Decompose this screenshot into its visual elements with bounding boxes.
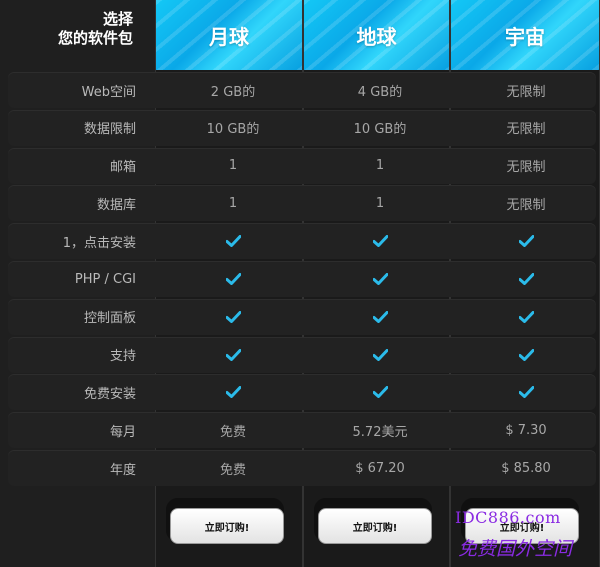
- table-cell: 免费: [219, 424, 246, 440]
- check-icon: [453, 337, 599, 373]
- row-label: 邮箱: [109, 160, 136, 176]
- table-cell: 1: [375, 158, 385, 174]
- check-icon: [307, 261, 453, 297]
- check-icon: [453, 374, 599, 410]
- table-cell: 10 GB的: [206, 122, 260, 138]
- table-row: 数据库 1 1 无限制: [8, 185, 596, 222]
- plan-title-moon: 月球: [209, 24, 249, 49]
- table-cell: 无限制: [506, 84, 546, 100]
- corner-title-line1: 选择: [102, 10, 133, 28]
- table-cell: 10 GB的: [353, 122, 407, 138]
- check-icon: [160, 374, 306, 410]
- table-cell: 无限制: [506, 160, 546, 176]
- plan-header-moon: 月球: [156, 0, 302, 70]
- order-button-earth[interactable]: 立即订购!: [318, 508, 432, 544]
- table-cell: 免费: [219, 462, 246, 478]
- row-label: 年度: [109, 462, 136, 478]
- row-label: 每月: [109, 424, 136, 440]
- check-icon: [160, 337, 306, 373]
- row-label: 1，点击安装: [62, 235, 136, 251]
- table-cell: $ 67.20: [355, 460, 405, 476]
- corner-title: 选择 您的软件包: [0, 0, 155, 70]
- row-label: 数据限制: [83, 122, 136, 138]
- table-row: 年度 免费 $ 67.20 $ 85.80: [8, 450, 596, 486]
- table-row: PHP / CGI: [8, 261, 596, 297]
- table-row: 数据限制 10 GB的 10 GB的 无限制: [8, 109, 596, 146]
- row-label: 支持: [109, 349, 136, 365]
- plan-title-earth: 地球: [356, 24, 397, 49]
- check-icon: [307, 299, 453, 335]
- table-cell: 无限制: [506, 197, 546, 213]
- table-cell: 5.72美元: [352, 424, 408, 440]
- check-icon: [160, 299, 306, 335]
- plan-header-earth: 地球: [304, 0, 449, 70]
- order-button-label: 立即订购!: [352, 522, 398, 534]
- table-cell: $ 7.30: [505, 422, 547, 438]
- plan-title-universe: 宇宙: [505, 24, 545, 49]
- table-row: 邮箱 1 1 无限制: [8, 147, 596, 184]
- table-cell: 1: [228, 195, 238, 211]
- table-row: 支持: [8, 336, 599, 373]
- table-cell: 1: [228, 158, 238, 174]
- check-icon: [453, 299, 599, 335]
- check-icon: [160, 261, 306, 297]
- check-icon: [307, 223, 453, 259]
- check-icon: [307, 337, 453, 373]
- row-label: 控制面板: [83, 311, 136, 327]
- table-cell: 1: [375, 195, 385, 211]
- order-button-moon[interactable]: 立即订购!: [170, 508, 284, 544]
- check-icon: [453, 223, 599, 259]
- table-cell: 4 GB的: [357, 84, 403, 100]
- table-row: 免费安装: [8, 374, 599, 411]
- plan-header-universe: 宇宙: [451, 0, 599, 70]
- table-cell: $ 85.80: [501, 460, 551, 476]
- check-icon: [453, 261, 599, 297]
- table-cell: 2 GB的: [210, 84, 256, 100]
- watermark-domain: IDC886.com: [455, 508, 561, 527]
- table-row: 控制面板: [8, 298, 599, 335]
- watermark-tagline: 免费国外空间: [458, 538, 573, 560]
- row-label: 数据库: [96, 197, 136, 213]
- corner-title-line2: 您的软件包: [57, 29, 133, 47]
- row-label: 免费安装: [83, 386, 136, 402]
- order-button-label: 立即订购!: [204, 522, 250, 534]
- check-icon: [307, 374, 453, 410]
- table-row: 1，点击安装: [8, 223, 599, 260]
- row-label: Web空间: [81, 84, 136, 100]
- row-label: PHP / CGI: [74, 271, 136, 287]
- table-row: 每月 免费 5.72美元 $ 7.30: [8, 412, 596, 449]
- table-row: Web空间 2 GB的 4 GB的 无限制: [8, 72, 596, 108]
- table-cell: 无限制: [506, 122, 546, 138]
- check-icon: [160, 223, 306, 259]
